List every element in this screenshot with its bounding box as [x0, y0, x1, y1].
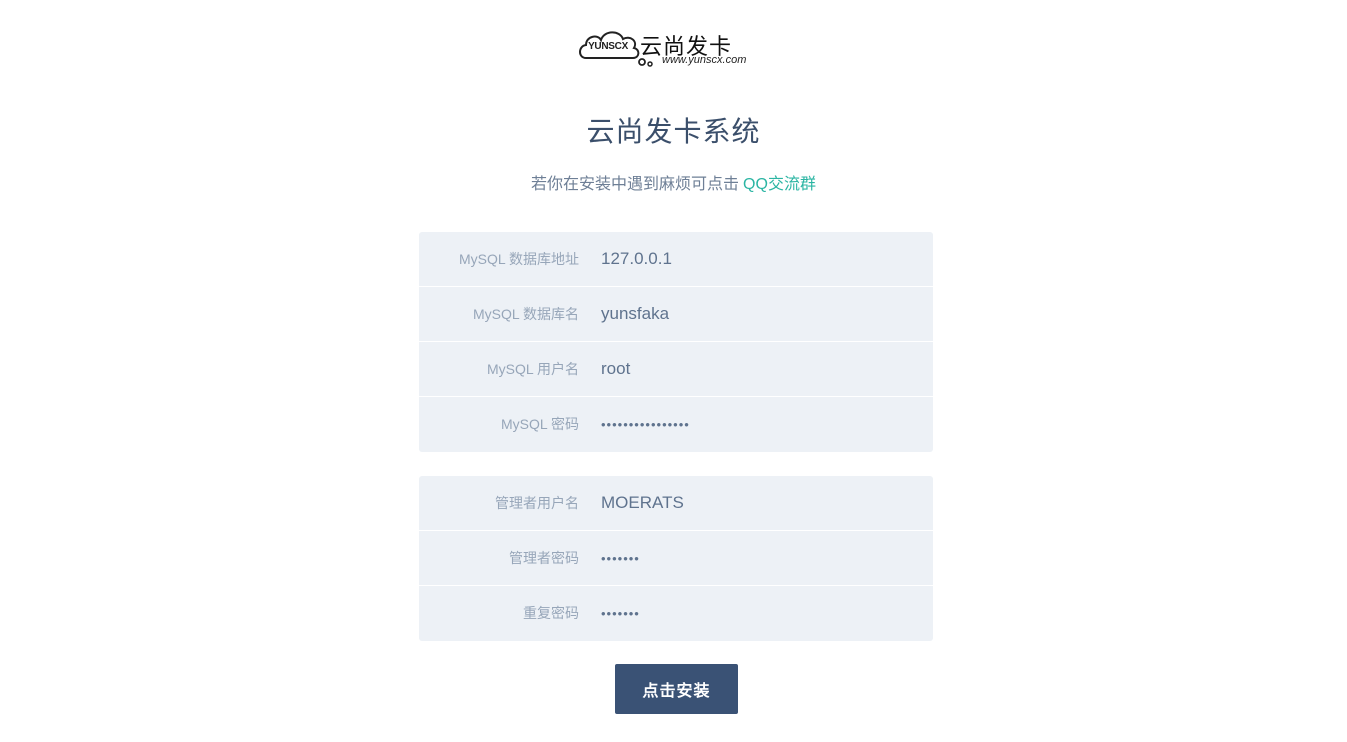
db-password-label: MySQL 密码: [500, 416, 579, 432]
help-text: 若你在安装中遇到麻烦可点击 QQ交流群: [0, 170, 1347, 194]
admin-settings-group: 管理者用户名 管理者密码 重复密码: [419, 476, 933, 641]
admin-repeat-password-input[interactable]: [601, 594, 911, 632]
db-password-input[interactable]: [601, 405, 911, 443]
admin-repeat-password-row: 重复密码: [419, 586, 933, 641]
page-title: 云尚发卡系统: [586, 116, 761, 147]
admin-user-row: 管理者用户名: [419, 476, 933, 531]
db-user-row: MySQL 用户名: [419, 342, 933, 397]
admin-password-row: 管理者密码: [419, 531, 933, 586]
logo-url: www.yunscx.com: [662, 54, 747, 66]
db-name-row: MySQL 数据库名: [419, 287, 933, 342]
install-button[interactable]: 点击安装: [615, 664, 738, 714]
db-password-row: MySQL 密码: [419, 397, 933, 452]
logo-badge: YUNSCX: [588, 41, 628, 52]
help-text-prefix: 若你在安装中遇到麻烦可点击: [531, 176, 740, 193]
database-settings-group: MySQL 数据库地址 MySQL 数据库名 MySQL 用户名 MySQL 密…: [419, 232, 933, 452]
db-name-input[interactable]: [601, 295, 911, 333]
admin-password-label: 管理者密码: [509, 550, 579, 566]
admin-password-input[interactable]: [601, 539, 911, 577]
qq-group-link[interactable]: QQ交流群: [743, 176, 816, 193]
admin-repeat-password-label: 重复密码: [523, 605, 579, 621]
db-user-input[interactable]: [601, 350, 911, 388]
admin-user-input[interactable]: [601, 484, 911, 522]
db-name-label: MySQL 数据库名: [472, 306, 579, 322]
db-host-label: MySQL 数据库地址: [458, 251, 579, 267]
install-page: YUNSCX 云尚发卡 www.yunscx.com 云尚发卡系统 若你在安装中…: [0, 0, 1347, 742]
admin-user-label: 管理者用户名: [495, 495, 579, 511]
db-user-label: MySQL 用户名: [486, 361, 579, 377]
db-host-input[interactable]: [601, 240, 911, 278]
db-host-row: MySQL 数据库地址: [419, 232, 933, 287]
site-logo: YUNSCX 云尚发卡 www.yunscx.com: [576, 24, 766, 72]
